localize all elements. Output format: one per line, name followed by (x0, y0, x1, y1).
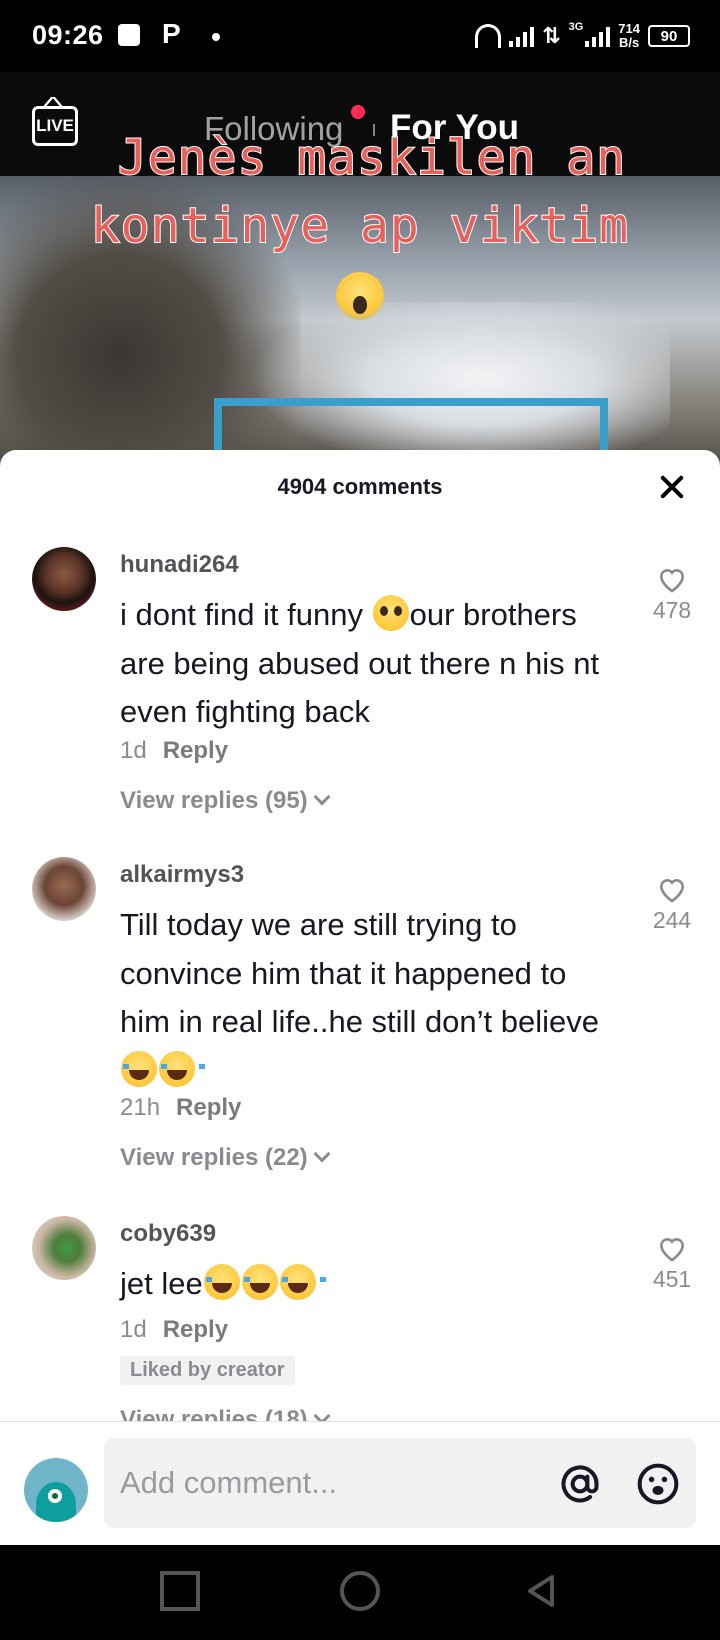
network-speed: 714 B/s (618, 22, 640, 50)
home-circle-icon[interactable] (340, 1571, 380, 1611)
tears-of-joy-emoji-icon (241, 1264, 288, 1300)
notification-square-icon (118, 24, 140, 46)
reply-button[interactable]: Reply (163, 1316, 228, 1343)
comment-meta: 1d Reply (120, 737, 228, 765)
comment-username[interactable]: coby639 (120, 1220, 216, 1248)
app-notification-icon: P (162, 18, 181, 49)
comment-meta: 21h Reply (120, 1094, 241, 1122)
tears-of-joy-emoji-icon (121, 1050, 167, 1087)
battery-icon: 90 (648, 25, 690, 47)
like-count: 451 (652, 1266, 692, 1292)
liked-by-creator-badge: Liked by creator (120, 1356, 295, 1385)
reply-button[interactable]: Reply (176, 1094, 241, 1121)
recents-square-icon[interactable] (160, 1571, 200, 1611)
view-replies-label: View replies (95) (120, 787, 308, 814)
status-icons: ⇅ 3G 714 B/s 90 (475, 18, 690, 54)
clock: 09:26 (32, 20, 104, 50)
speed-unit: B/s (619, 35, 640, 50)
comment-age: 21h (120, 1094, 161, 1121)
heart-icon[interactable] (656, 873, 688, 905)
heart-icon[interactable] (656, 1232, 688, 1264)
comment-age: 1d (120, 1316, 147, 1343)
comment-input-box[interactable] (104, 1438, 696, 1528)
screaming-face-emoji-icon (336, 272, 384, 320)
avatar[interactable] (32, 547, 96, 611)
comments-sheet: 4904 comments hunadi264 i dont find it f… (0, 450, 720, 1545)
like-count: 244 (652, 907, 692, 933)
data-transfer-icon: ⇅ (542, 23, 561, 48)
system-nav-bar (0, 1545, 720, 1640)
back-triangle-icon[interactable] (522, 1571, 562, 1611)
avatar[interactable] (32, 857, 96, 921)
comment-text: Till today we are still trying to convin… (120, 901, 610, 1095)
comment-text-before: jet lee (120, 1266, 203, 1301)
video-player[interactable]: LIVE Following For You Jenès maskilen an… (0, 72, 720, 464)
chevron-down-icon (313, 788, 331, 806)
comment-text-before: Till today we are still trying to convin… (120, 907, 600, 1039)
video-caption-line-2: kontinye ap viktim (90, 197, 630, 255)
speed-value: 714 (618, 21, 640, 36)
comment-composer (0, 1422, 720, 1545)
tears-of-joy-emoji-icon (279, 1264, 326, 1300)
tears-of-joy-emoji-icon (159, 1050, 205, 1087)
pleading-face-emoji-icon (372, 595, 409, 631)
comment-meta: 1d Reply (120, 1316, 228, 1344)
headphones-icon (475, 24, 502, 48)
more-notifications-dot (212, 33, 220, 41)
reply-button[interactable]: Reply (163, 737, 228, 764)
mention-at-icon[interactable] (558, 1462, 602, 1506)
cell-signal-icon (585, 25, 611, 47)
chevron-down-icon (313, 1145, 331, 1163)
status-bar: 09:26 P ⇅ 3G 714 B/s 90 (0, 0, 720, 72)
comment-age: 1d (120, 737, 147, 764)
comment-text: i dont find it funny our brothers are be… (120, 591, 610, 737)
close-icon[interactable] (654, 470, 690, 506)
like-count: 478 (652, 597, 692, 623)
comment-username[interactable]: alkairmys3 (120, 861, 244, 889)
tears-of-joy-emoji-icon (203, 1264, 250, 1300)
wifi-signal-icon (509, 25, 535, 47)
comment-input[interactable] (120, 1458, 520, 1508)
comment-text: jet lee (120, 1260, 610, 1309)
network-type-label: 3G (568, 21, 584, 33)
new-content-dot (351, 105, 365, 119)
comment-username[interactable]: hunadi264 (120, 551, 239, 579)
comments-count: 4904 comments (277, 474, 443, 499)
avatar[interactable] (32, 1216, 96, 1280)
heart-icon[interactable] (656, 563, 688, 595)
view-replies-label: View replies (22) (120, 1144, 308, 1171)
video-caption-line-1: Jenès maskilen an (117, 129, 627, 187)
view-replies-button[interactable]: View replies (95) (120, 787, 331, 815)
comment-text-before: i dont find it funny (120, 597, 372, 632)
view-replies-button[interactable]: View replies (22) (120, 1144, 331, 1172)
emoji-picker-icon[interactable] (636, 1462, 680, 1506)
my-avatar (24, 1458, 88, 1522)
